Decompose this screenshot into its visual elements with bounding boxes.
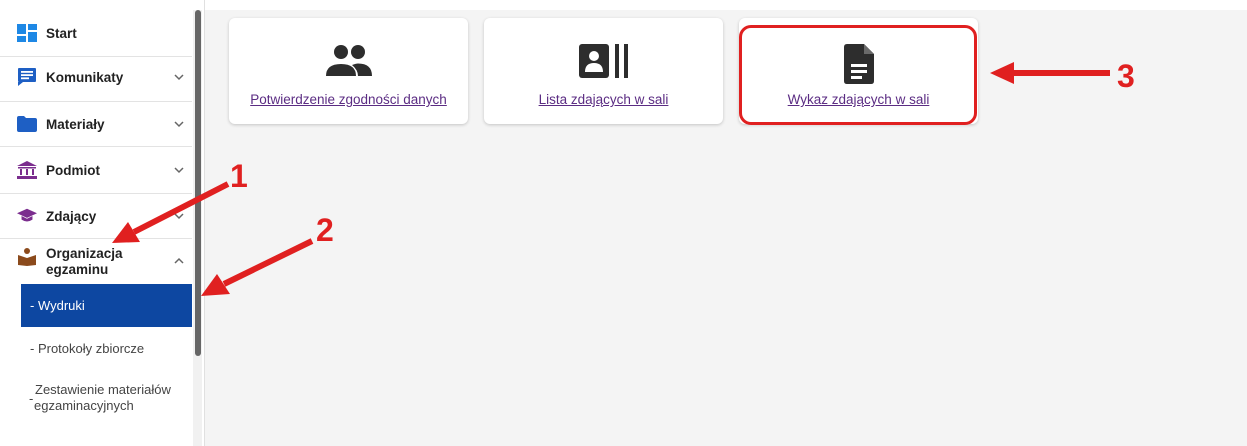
annotation-number-2: 2 <box>316 212 334 248</box>
arrow-3-head <box>990 62 1014 84</box>
annotation-arrows <box>112 62 1110 296</box>
arrow-1-shaft <box>132 181 230 235</box>
arrow-2-shaft <box>222 238 314 287</box>
annotation-number-1: 1 <box>230 158 248 194</box>
annotation-number-3: 3 <box>1117 58 1135 94</box>
